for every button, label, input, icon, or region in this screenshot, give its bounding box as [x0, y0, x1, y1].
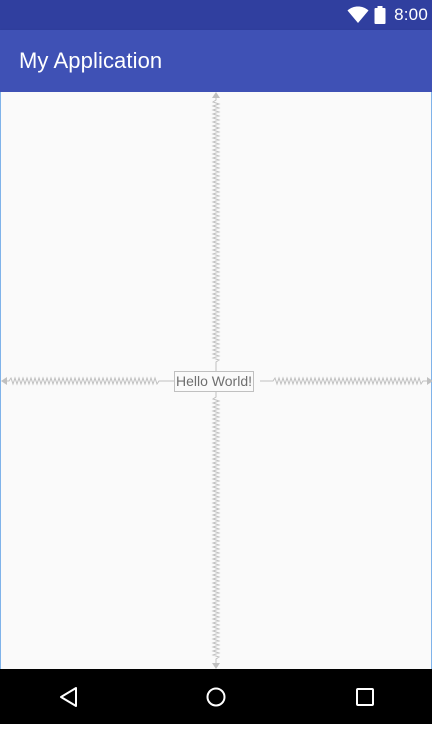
status-time: 8:00 — [394, 5, 428, 24]
content-area: Hello World! — [0, 92, 432, 669]
back-icon — [60, 687, 77, 707]
device-screen: 8:00 My Application Hello World! — [0, 0, 432, 724]
back-button[interactable] — [53, 682, 83, 712]
constraint-right — [260, 376, 427, 386]
constraint-top-arrow — [212, 92, 220, 98]
app-title: My Application — [19, 48, 163, 73]
status-icons: 8:00 — [347, 0, 428, 30]
constraint-right-arrow — [427, 377, 432, 385]
constraint-left — [6, 376, 174, 386]
home-icon — [206, 687, 226, 707]
constraint-top — [211, 96, 221, 371]
battery-icon — [374, 6, 386, 24]
constraint-left-arrow — [1, 377, 7, 385]
wifi-icon — [347, 6, 369, 23]
constraint-bottom — [211, 392, 221, 663]
app-bar: My Application — [0, 30, 432, 92]
recents-button[interactable] — [350, 682, 380, 712]
status-bar: 8:00 — [0, 0, 432, 30]
navigation-bar — [0, 669, 432, 724]
hello-world-textview[interactable]: Hello World! — [174, 371, 254, 392]
home-button[interactable] — [201, 682, 231, 712]
recents-icon — [356, 688, 374, 706]
